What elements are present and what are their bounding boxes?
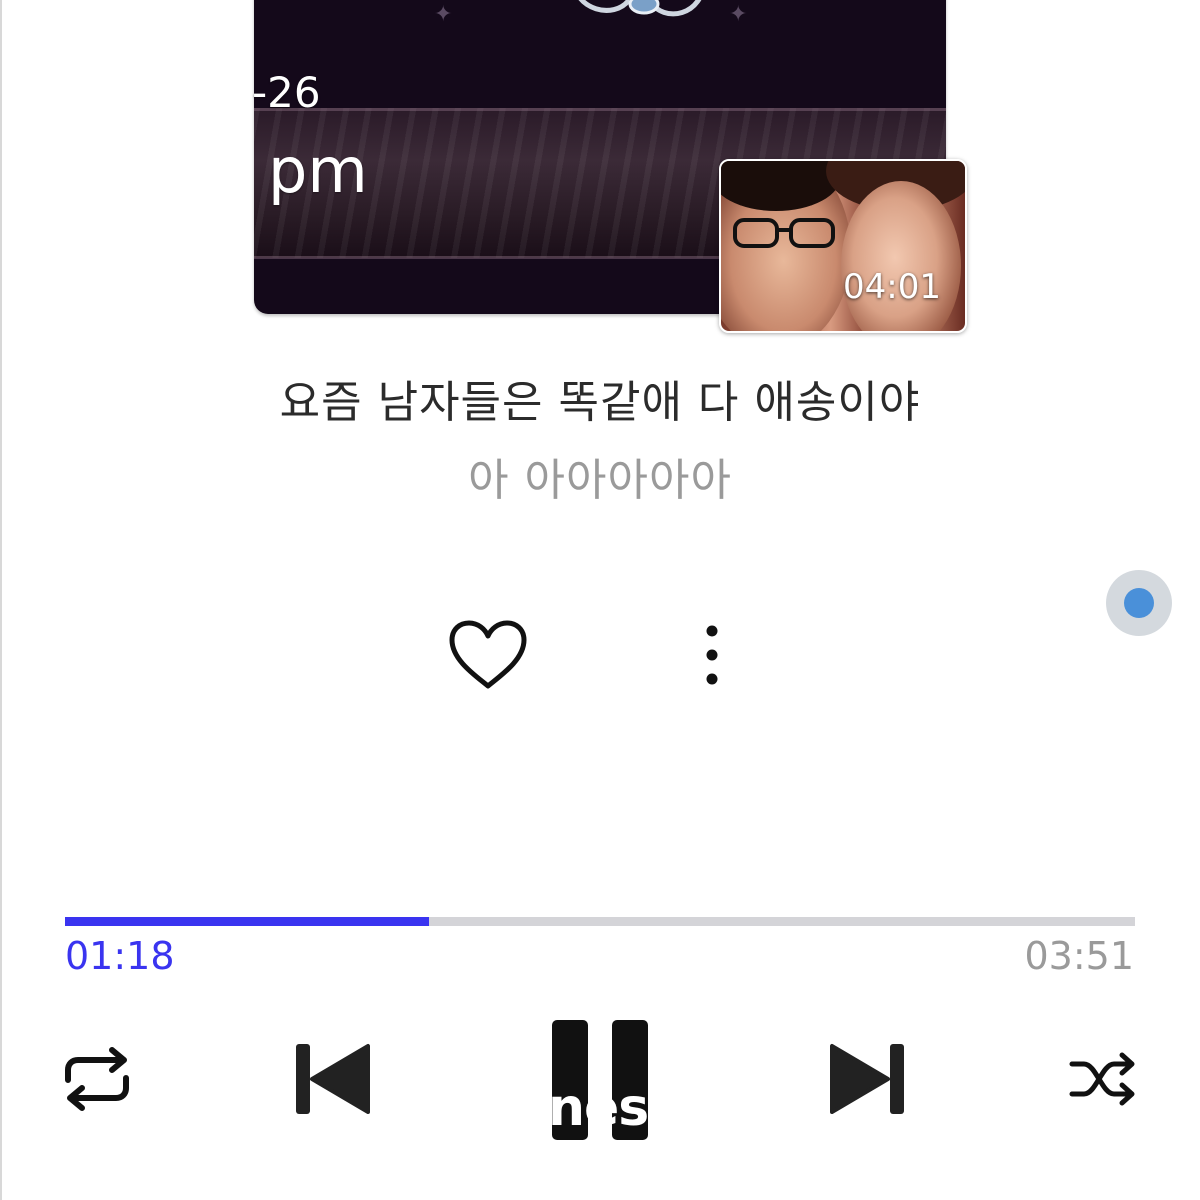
sparkle-icon: ✦	[434, 2, 453, 27]
like-button[interactable]	[446, 618, 530, 692]
next-track-button[interactable]	[828, 1040, 908, 1118]
skip-next-icon	[830, 1044, 904, 1114]
watermark-text: nesp	[548, 1078, 654, 1138]
shuffle-button[interactable]	[1068, 1050, 1138, 1108]
song-title: 요즘 남자들은 똑같애 다 애송이야	[279, 377, 921, 428]
heart-outline-icon	[449, 620, 527, 689]
album-art-ornament	[578, 0, 702, 17]
more-options-button[interactable]	[692, 622, 732, 690]
shuffle-icon	[1069, 1052, 1135, 1106]
overlay-date-text: -26	[252, 68, 321, 117]
previous-track-button[interactable]	[292, 1040, 372, 1118]
left-border	[0, 0, 2, 1200]
progress-bar-fill	[65, 917, 429, 926]
song-artist[interactable]: 아 아아아아아	[0, 444, 1200, 508]
video-duration: 04:01	[843, 267, 941, 307]
music-player-screen: ✦ ✦ -26 pm 04:01 요즘 남자들은 똑같애 다 애송이야 아 아아…	[0, 0, 1200, 1200]
repeat-button[interactable]	[60, 1046, 134, 1112]
total-time: 03:51	[1024, 934, 1134, 978]
music-video-thumbnail[interactable]: 04:01	[719, 159, 967, 333]
overlay-time-text: pm	[268, 134, 368, 207]
skip-previous-icon	[296, 1044, 370, 1114]
vertical-dots-icon	[706, 625, 718, 685]
sparkle-icon: ✦	[729, 2, 748, 27]
floating-dot-core	[1124, 588, 1154, 618]
album-art-band-line	[254, 108, 946, 111]
repeat-icon	[65, 1047, 129, 1111]
elapsed-time: 01:18	[65, 934, 175, 978]
thumbnail-glasses	[733, 218, 835, 248]
progress-bar[interactable]	[65, 917, 1135, 926]
floating-assistive-touch-button[interactable]	[1106, 570, 1172, 636]
